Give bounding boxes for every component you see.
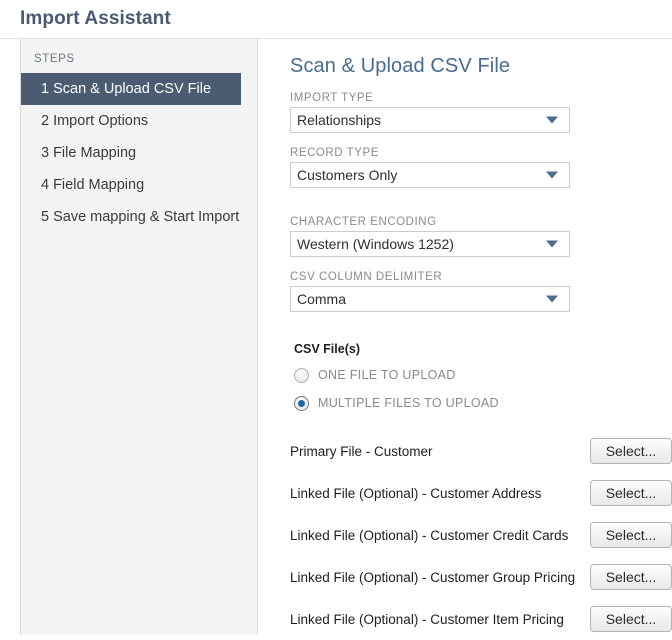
radio-option-0[interactable]: ONE FILE TO UPLOAD — [294, 364, 672, 386]
sidebar-step-number: 1 — [41, 81, 50, 97]
steps-list: 1 Scan & Upload CSV File 2 Import Options 3 F… — [21, 73, 257, 233]
select-value: Comma — [297, 291, 347, 307]
steps-sidebar: STEPS 1 Scan & Upload CSV File 2 Import Opt… — [20, 39, 258, 635]
file-row-label: Primary File - Customer — [290, 443, 433, 459]
file-row: Linked File (Optional) - Customer Group … — [290, 556, 672, 598]
select-file-button-3[interactable]: Select... — [590, 564, 672, 590]
file-row: Primary File - Customer Select... — [290, 430, 672, 472]
select-2[interactable]: Western (Windows 1252) — [290, 231, 570, 257]
sidebar-step-label: Scan & Upload CSV File — [53, 81, 212, 97]
chevron-down-icon — [546, 171, 558, 179]
panel-title: Scan & Upload CSV File — [290, 55, 511, 77]
select-3[interactable]: Comma — [290, 286, 570, 312]
file-select-rows: Primary File - Customer Select... Linked F… — [290, 430, 672, 640]
chevron-down-icon — [546, 116, 558, 124]
select-file-button-4[interactable]: Select... — [590, 606, 672, 632]
select-file-button-0[interactable]: Select... — [590, 438, 672, 464]
field-label-0: IMPORT TYPE — [290, 92, 374, 104]
sidebar-step-number: 5 — [41, 209, 50, 225]
sidebar-step-1[interactable]: 1 Scan & Upload CSV File — [21, 73, 241, 105]
field-label-1: RECORD TYPE — [290, 147, 379, 159]
sidebar-step-4[interactable]: 4 Field Mapping — [21, 169, 241, 201]
sidebar-step-label: Field Mapping — [53, 177, 145, 193]
select-1[interactable]: Customers Only — [290, 162, 570, 188]
file-row-label: Linked File (Optional) - Customer Group … — [290, 569, 576, 585]
sidebar-step-label: File Mapping — [53, 145, 137, 161]
sidebar-step-3[interactable]: 3 File Mapping — [21, 137, 241, 169]
sidebar-step-number: 2 — [41, 113, 50, 129]
select-file-button-1[interactable]: Select... — [590, 480, 672, 506]
radio-option-label: ONE FILE TO UPLOAD — [318, 368, 456, 382]
form-fields: IMPORT TYPE Relationships RECORD TYPE Custo… — [290, 92, 672, 312]
radio-button-icon[interactable] — [294, 395, 309, 411]
file-row-label: Linked File (Optional) - Customer Addres… — [290, 485, 542, 501]
select-0[interactable]: Relationships — [290, 107, 570, 133]
field-label-2: CHARACTER ENCODING — [290, 216, 437, 228]
radio-button-icon[interactable] — [294, 367, 309, 383]
select-value: Relationships — [297, 112, 382, 128]
sidebar-step-number: 4 — [41, 177, 50, 193]
select-value: Customers Only — [297, 167, 398, 183]
sidebar-step-label: Import Options — [53, 113, 149, 129]
file-row-label: Linked File (Optional) - Customer Item P… — [290, 611, 564, 627]
radio-option-label: MULTIPLE FILES TO UPLOAD — [318, 396, 499, 410]
sidebar-step-2[interactable]: 2 Import Options — [21, 105, 241, 137]
main-panel: Scan & Upload CSV File IMPORT TYPE Relati… — [258, 39, 672, 635]
sidebar-step-number: 3 — [41, 145, 50, 161]
sidebar-step-label: Save mapping & Start Import — [53, 209, 240, 225]
sidebar-step-5[interactable]: 5 Save mapping & Start Import — [21, 201, 241, 233]
file-row: Linked File (Optional) - Customer Credit… — [290, 514, 672, 556]
import-wizard: STEPS 1 Scan & Upload CSV File 2 Import Opt… — [0, 39, 672, 635]
select-file-button-2[interactable]: Select... — [590, 522, 672, 548]
csv-files-label: CSV File(s) — [294, 342, 360, 356]
file-row-label: Linked File (Optional) - Customer Credit… — [290, 527, 569, 543]
chevron-down-icon — [546, 240, 558, 248]
select-value: Western (Windows 1252) — [297, 236, 454, 252]
chevron-down-icon — [546, 295, 558, 303]
csv-files-radio-group: ONE FILE TO UPLOAD MULTIPLE FILES TO UPLO… — [290, 364, 672, 414]
radio-option-1[interactable]: MULTIPLE FILES TO UPLOAD — [294, 392, 672, 414]
steps-heading: STEPS — [34, 53, 75, 65]
field-label-3: CSV COLUMN DELIMITER — [290, 271, 443, 283]
file-row: Linked File (Optional) - Customer Item P… — [290, 598, 672, 640]
file-row: Linked File (Optional) - Customer Addres… — [290, 472, 672, 514]
page-title: Import Assistant — [20, 8, 171, 29]
